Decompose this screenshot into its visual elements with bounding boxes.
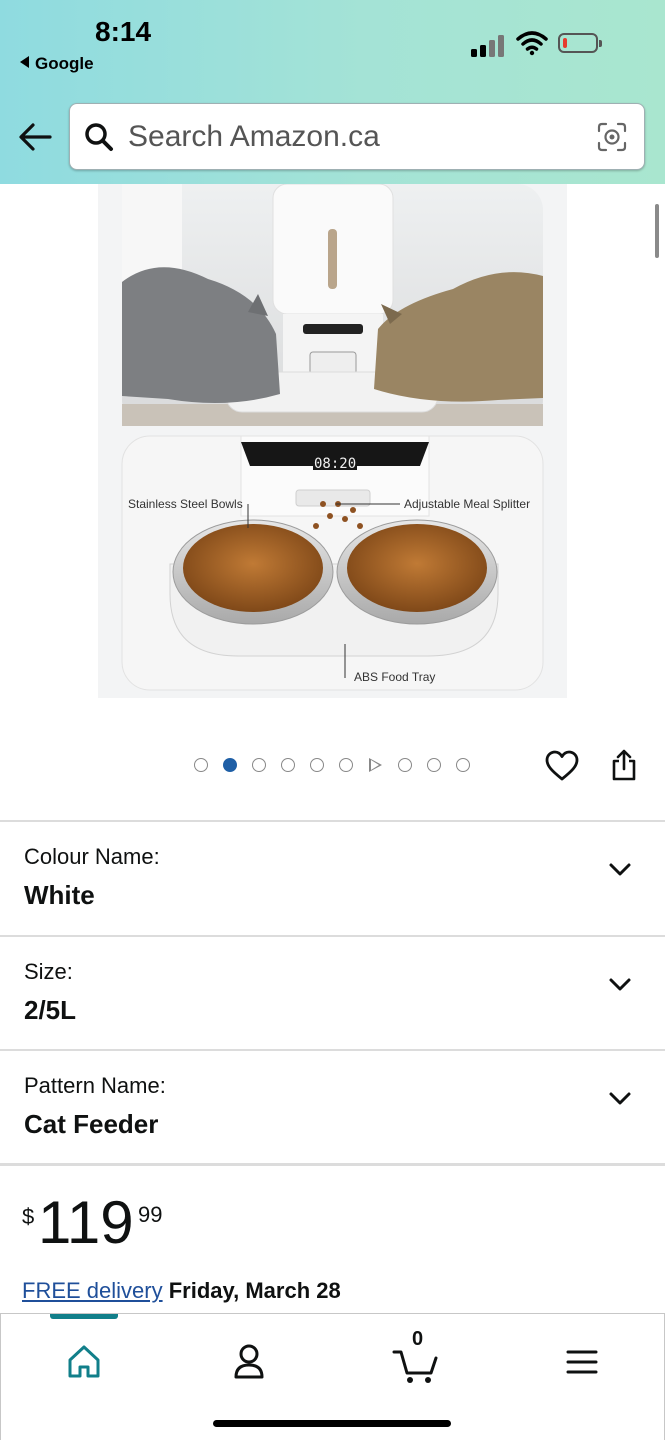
variant-label: Pattern Name: — [24, 1073, 166, 1098]
wifi-icon — [516, 31, 548, 56]
chevron-down-icon — [609, 978, 631, 991]
camera-lens-icon[interactable] — [596, 121, 628, 153]
feeder-display-readout: 08:20 — [314, 456, 356, 472]
variant-value: White — [24, 880, 95, 910]
variant-value: Cat Feeder — [24, 1109, 159, 1139]
section-divider — [0, 1163, 665, 1166]
heart-icon[interactable] — [545, 750, 579, 782]
delivery-date: Friday, March 28 — [168, 1278, 341, 1303]
cart-count-badge: 0 — [412, 1328, 424, 1350]
carousel-dot[interactable] — [427, 758, 441, 772]
scroll-indicator[interactable] — [655, 204, 659, 258]
active-tab-indicator — [50, 1314, 118, 1319]
share-icon[interactable] — [610, 748, 638, 782]
carousel-dot[interactable] — [310, 758, 324, 772]
callout-stainless-bowls: Stainless Steel Bowls — [128, 497, 243, 511]
search-input[interactable] — [128, 114, 578, 160]
carousel-dot[interactable] — [194, 758, 208, 772]
back-to-app-link[interactable]: Google — [20, 54, 94, 74]
app-header: 8:14 Google — [0, 0, 665, 184]
status-time: 8:14 — [95, 16, 152, 47]
search-icon — [85, 123, 113, 151]
chevron-down-icon — [609, 1092, 631, 1105]
product-image[interactable]: 08:20 Stainless Steel Bowls Adjustable M… — [98, 184, 567, 698]
carousel-dot[interactable] — [252, 758, 266, 772]
menu-icon[interactable] — [552, 1332, 612, 1392]
price-currency: $ — [22, 1204, 35, 1229]
product-photo: 08:20 Stainless Steel Bowls Adjustable M… — [121, 184, 544, 691]
price-whole: 119 — [38, 1189, 134, 1256]
carousel-dot[interactable] — [456, 758, 470, 772]
price-fraction: 99 — [138, 1202, 163, 1227]
carousel-dot-active[interactable] — [223, 758, 237, 772]
callout-food-tray: ABS Food Tray — [354, 670, 435, 684]
home-icon[interactable] — [54, 1332, 114, 1392]
variant-pattern-selector[interactable]: Pattern Name: Cat Feeder — [0, 1051, 665, 1163]
variant-value: 2/5L — [24, 995, 77, 1025]
callout-meal-splitter: Adjustable Meal Splitter — [404, 497, 530, 511]
delivery-info: FREE delivery Friday, March 28 — [22, 1278, 341, 1304]
home-indicator[interactable] — [213, 1420, 451, 1427]
variant-colour-selector[interactable]: Colour Name: White — [0, 822, 665, 934]
battery-icon — [558, 33, 602, 53]
variant-size-selector[interactable]: Size: 2/5L — [0, 937, 665, 1049]
search-bar[interactable] — [69, 103, 645, 170]
cellular-signal-icon — [471, 35, 507, 57]
carousel-dot[interactable] — [281, 758, 295, 772]
free-delivery-link[interactable]: FREE delivery — [22, 1278, 163, 1303]
variant-label: Colour Name: — [24, 844, 160, 869]
back-triangle-icon — [20, 56, 29, 68]
account-icon[interactable] — [219, 1332, 279, 1392]
back-app-label: Google — [35, 54, 94, 73]
carousel-video-play-icon[interactable] — [369, 758, 382, 772]
variant-label: Size: — [24, 959, 73, 984]
chevron-down-icon — [609, 863, 631, 876]
back-arrow-icon[interactable] — [16, 118, 54, 156]
carousel-dot[interactable] — [339, 758, 353, 772]
carousel-dot[interactable] — [398, 758, 412, 772]
